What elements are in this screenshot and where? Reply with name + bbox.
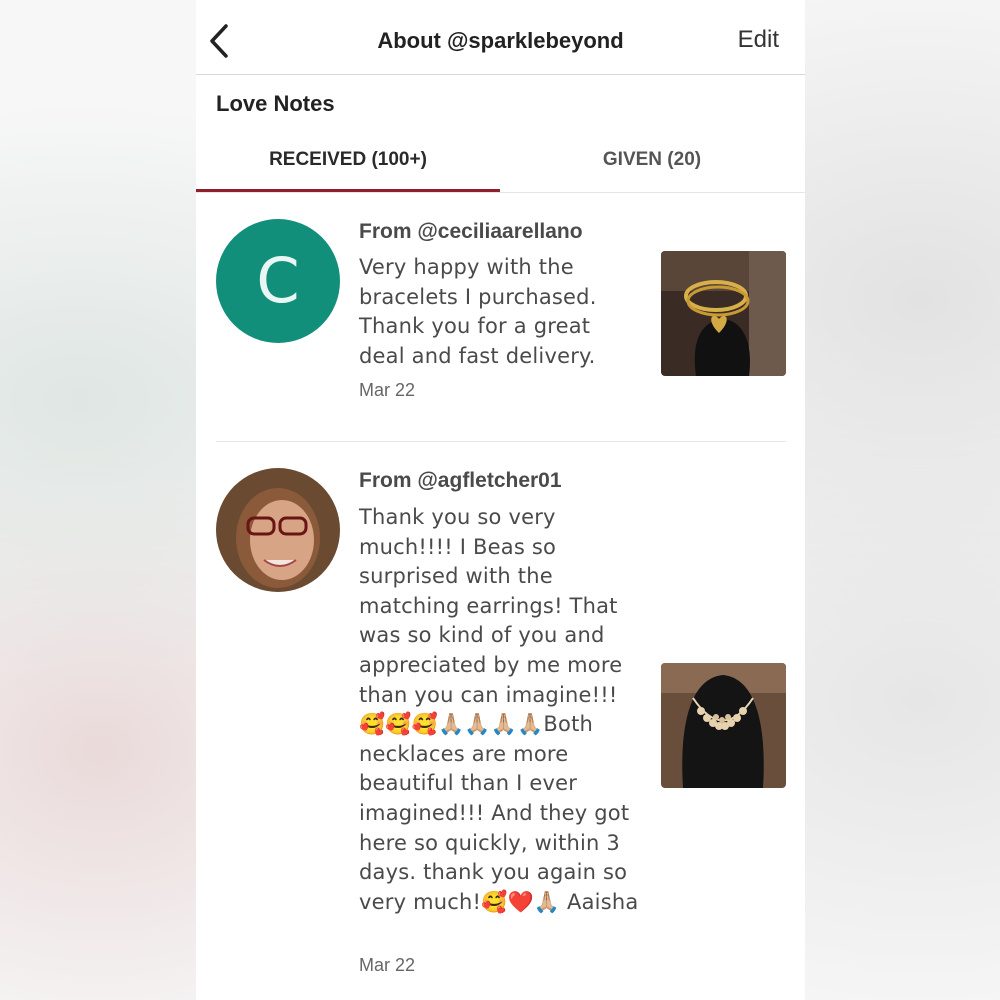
note-message: Thank you so very much!!!! I Beas so sur…	[359, 505, 639, 914]
bracelet-image-icon	[661, 251, 786, 376]
bracelet-photo[interactable]	[661, 251, 786, 376]
page-title: About @sparklebeyond	[377, 28, 624, 53]
note-author[interactable]: From @ceciliaarellano	[359, 220, 583, 244]
avatar[interactable]	[216, 468, 340, 592]
tab-given[interactable]: GIVEN (20)	[500, 130, 804, 192]
edit-button[interactable]: Edit	[738, 26, 779, 54]
note-divider	[216, 441, 786, 442]
top-bar: About @sparklebeyond Edit	[196, 0, 805, 75]
user-photo-icon	[216, 468, 340, 592]
tab-bar: RECEIVED (100+) GIVEN (20)	[196, 130, 805, 193]
avatar[interactable]: C	[216, 219, 340, 343]
app-screen: About @sparklebeyond Edit Love Notes REC…	[196, 0, 805, 1000]
necklace-image-icon	[661, 663, 786, 788]
note-date: Mar 22	[359, 955, 416, 975]
tab-received[interactable]: RECEIVED (100+)	[196, 130, 500, 192]
note-message: Very happy with the bracelets I purchase…	[359, 255, 597, 368]
note-date: Mar 22	[359, 380, 416, 400]
note-author[interactable]: From @agfletcher01	[359, 469, 562, 493]
necklace-photo[interactable]	[661, 663, 786, 788]
section-title: Love Notes	[216, 91, 335, 116]
